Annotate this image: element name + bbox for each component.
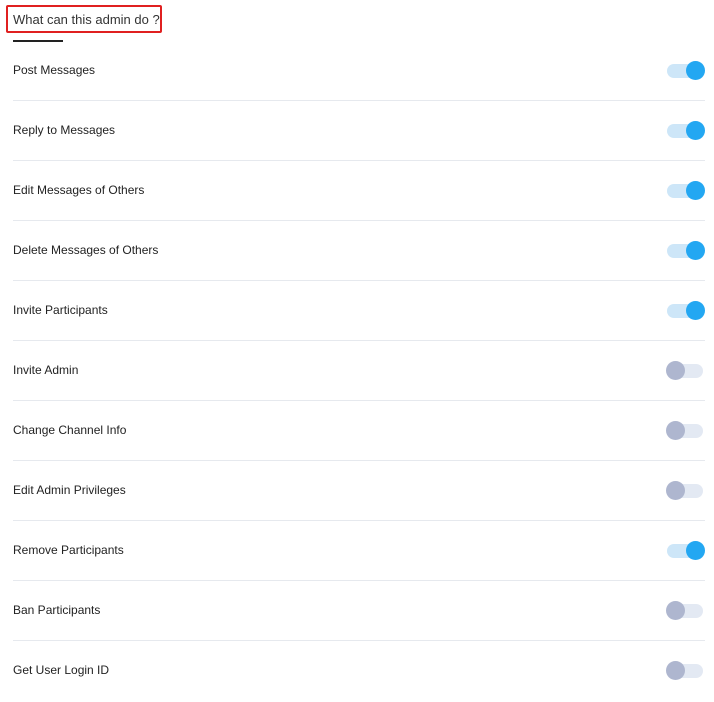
permission-label: Change Channel Info bbox=[13, 423, 127, 437]
delete-messages-of-others-toggle[interactable] bbox=[667, 241, 705, 260]
permission-row-change-channel-info: Change Channel Info bbox=[13, 401, 705, 461]
toggle-thumb bbox=[686, 241, 705, 260]
invite-participants-toggle[interactable] bbox=[667, 301, 705, 320]
permission-row-edit-admin-privileges: Edit Admin Privileges bbox=[13, 461, 705, 521]
permission-label: Remove Participants bbox=[13, 543, 124, 557]
permission-row-invite-participants: Invite Participants bbox=[13, 281, 705, 341]
toggle-thumb bbox=[686, 301, 705, 320]
toggle-thumb bbox=[686, 541, 705, 560]
toggle-thumb bbox=[686, 121, 705, 140]
toggle-thumb bbox=[686, 181, 705, 200]
permission-label: Invite Admin bbox=[13, 363, 79, 377]
permission-label: Edit Admin Privileges bbox=[13, 483, 126, 497]
edit-admin-privileges-toggle[interactable] bbox=[666, 481, 703, 500]
permission-row-remove-participants: Remove Participants bbox=[13, 521, 705, 581]
permission-label: Post Messages bbox=[13, 63, 96, 77]
toggle-thumb bbox=[666, 481, 685, 500]
permission-row-invite-admin: Invite Admin bbox=[13, 341, 705, 401]
get-user-login-id-toggle[interactable] bbox=[666, 661, 703, 680]
edit-messages-of-others-toggle[interactable] bbox=[667, 181, 705, 200]
permission-list: Post Messages Reply to Messages Edit Mes… bbox=[13, 41, 705, 701]
permission-row-reply-to-messages: Reply to Messages bbox=[13, 101, 705, 161]
section-title: What can this admin do ? bbox=[13, 12, 160, 27]
remove-participants-toggle[interactable] bbox=[667, 541, 705, 560]
permission-row-delete-messages-of-others: Delete Messages of Others bbox=[13, 221, 705, 281]
post-messages-toggle[interactable] bbox=[667, 61, 705, 80]
toggle-thumb bbox=[686, 61, 705, 80]
toggle-thumb bbox=[666, 361, 685, 380]
permission-label: Ban Participants bbox=[13, 603, 101, 617]
permission-row-edit-messages-of-others: Edit Messages of Others bbox=[13, 161, 705, 221]
permission-label: Edit Messages of Others bbox=[13, 183, 145, 197]
permission-row-ban-participants: Ban Participants bbox=[13, 581, 705, 641]
permission-label: Invite Participants bbox=[13, 303, 108, 317]
permission-label: Delete Messages of Others bbox=[13, 243, 159, 257]
permission-label: Get User Login ID bbox=[13, 663, 110, 677]
reply-to-messages-toggle[interactable] bbox=[667, 121, 705, 140]
toggle-thumb bbox=[666, 601, 685, 620]
ban-participants-toggle[interactable] bbox=[666, 601, 703, 620]
invite-admin-toggle[interactable] bbox=[666, 361, 703, 380]
toggle-thumb bbox=[666, 421, 685, 440]
permission-label: Reply to Messages bbox=[13, 123, 116, 137]
permission-row-get-user-login-id: Get User Login ID bbox=[13, 641, 705, 701]
change-channel-info-toggle[interactable] bbox=[666, 421, 703, 440]
permission-row-post-messages: Post Messages bbox=[13, 41, 705, 101]
toggle-thumb bbox=[666, 661, 685, 680]
